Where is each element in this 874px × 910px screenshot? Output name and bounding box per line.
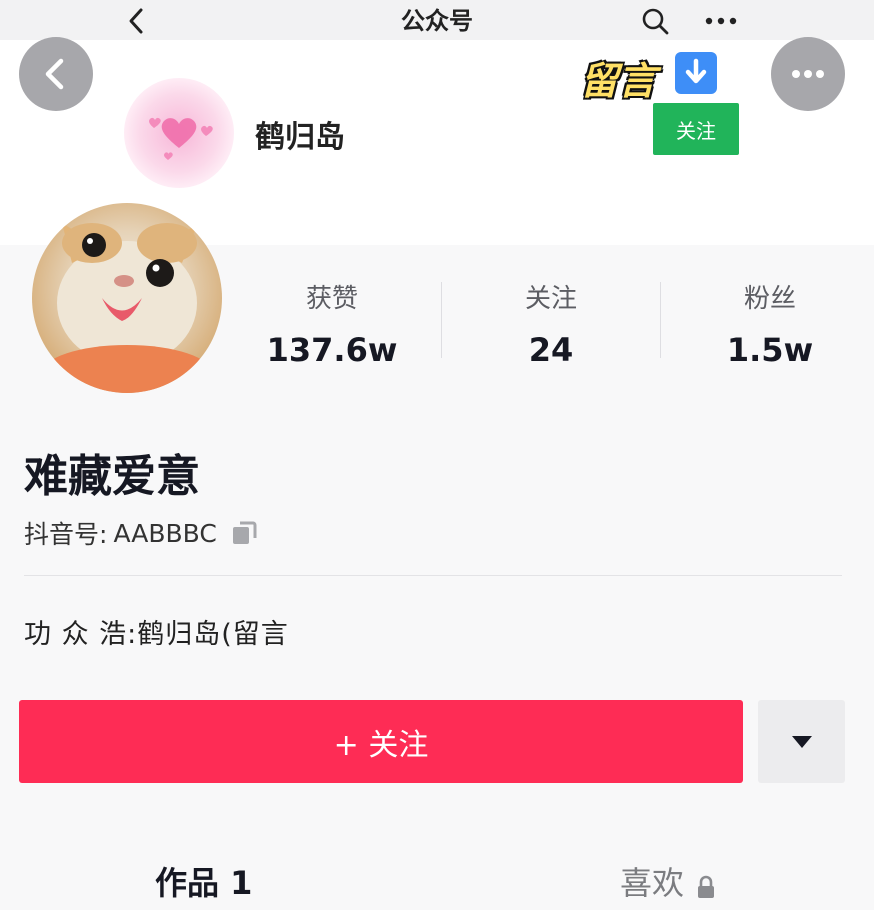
dropdown-button[interactable] (758, 700, 845, 783)
stat-label: 粉丝 (743, 284, 796, 314)
stat-following[interactable]: 关注 24 (451, 282, 651, 372)
copy-icon[interactable] (231, 519, 259, 547)
profile-nickname: 难藏爱意 (24, 451, 200, 502)
stat-divider (441, 282, 442, 358)
profile-avatar[interactable] (32, 203, 222, 393)
stat-value: 1.5w (726, 331, 814, 369)
stat-value: 24 (528, 331, 574, 369)
follow-button[interactable]: + 关注 (19, 700, 743, 783)
back-button[interactable] (19, 37, 93, 111)
message-tag: 留言 (580, 59, 657, 103)
tab-likes[interactable]: 喜欢 (620, 858, 716, 904)
hearts-icon (149, 117, 213, 160)
search-icon[interactable] (640, 6, 670, 36)
account-follow-button[interactable]: 关注 (653, 103, 739, 155)
lock-icon (696, 869, 716, 898)
cat-face-icon (42, 223, 212, 393)
down-arrow-icon (675, 52, 717, 94)
back-arrow-icon (45, 58, 64, 90)
stat-fans[interactable]: 粉丝 1.5w (670, 282, 870, 372)
tab-works[interactable]: 作品 1 (155, 858, 252, 904)
stat-label: 获赞 (305, 284, 358, 314)
more-dots-icon (792, 70, 824, 78)
stat-value: 137.6w (266, 331, 398, 369)
profile-bio: 功 众 浩:鹤归岛(留言 (24, 619, 289, 650)
account-avatar (124, 78, 234, 188)
account-name: 鹤归岛 (255, 120, 345, 155)
divider (24, 575, 842, 576)
stat-label: 关注 (524, 284, 577, 314)
nav-title: 公众号 (401, 7, 473, 35)
douyin-id-row: 抖音号: AABBBC (24, 515, 259, 551)
stat-divider (660, 282, 661, 358)
triangle-down-icon (791, 735, 812, 748)
tab-likes-label: 喜欢 (620, 864, 685, 902)
douyin-id-value: AABBBC (113, 518, 217, 548)
stat-likes[interactable]: 获赞 137.6w (232, 282, 432, 372)
more-horizontal-icon[interactable] (704, 8, 738, 34)
more-button[interactable] (771, 37, 845, 111)
douyin-id-label: 抖音号: (24, 520, 108, 549)
